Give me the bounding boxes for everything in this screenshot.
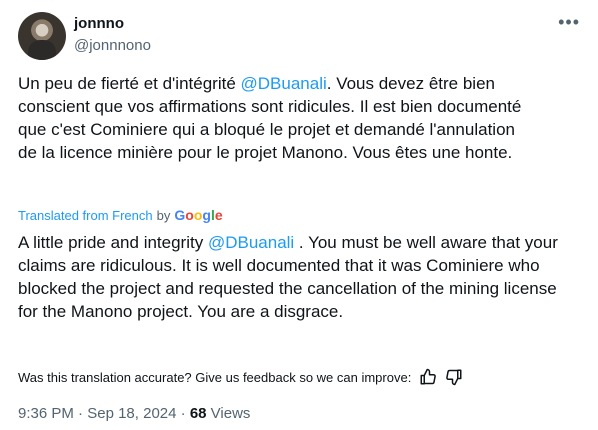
more-options-icon[interactable]: ••• xyxy=(558,12,580,32)
tweet-time[interactable]: 9:36 PM xyxy=(18,405,74,422)
separator: · xyxy=(176,405,190,422)
user-handle[interactable]: @jonnnono xyxy=(74,37,151,54)
tweet-header: jonnno @jonnnono ••• xyxy=(18,12,580,60)
mention-link[interactable]: @DBuanali xyxy=(208,233,294,252)
google-letter: e xyxy=(214,207,223,223)
google-logo: Google xyxy=(174,207,222,223)
mention-link[interactable]: @DBuanali xyxy=(241,74,327,93)
thumbs-up-icon[interactable] xyxy=(419,368,437,386)
google-letter: G xyxy=(174,207,186,223)
original-text-start: Un peu de fierté et d'intégrité xyxy=(18,74,241,93)
separator: · xyxy=(73,405,88,422)
tweet-original-text: Un peu de fierté et d'intégrité @DBuanal… xyxy=(18,72,538,164)
views-count: 68 xyxy=(189,405,207,422)
translated-text-start: A little pride and integrity xyxy=(18,233,208,252)
tweet-metadata: 9:36 PM · Sep 18, 2024 · 68 Views xyxy=(18,405,250,422)
tweet-translated-text: A little pride and integrity @DBuanali .… xyxy=(18,231,578,323)
views-label: Views xyxy=(206,405,251,422)
google-letter: o xyxy=(193,207,203,223)
google-letter: g xyxy=(202,207,211,223)
thumbs-down-icon[interactable] xyxy=(445,368,463,386)
translated-from-text: Translated from French xyxy=(18,207,153,223)
tweet-date[interactable]: Sep 18, 2024 xyxy=(87,405,176,422)
avatar[interactable] xyxy=(18,12,66,60)
by-text: by xyxy=(156,207,171,223)
translated-from-label[interactable]: Translated from French by Google xyxy=(18,207,223,223)
user-name[interactable]: jonnno xyxy=(74,15,124,32)
google-letter: o xyxy=(185,207,194,223)
translation-feedback: Was this translation accurate? Give us f… xyxy=(18,368,463,386)
feedback-text: Was this translation accurate? Give us f… xyxy=(18,369,412,385)
